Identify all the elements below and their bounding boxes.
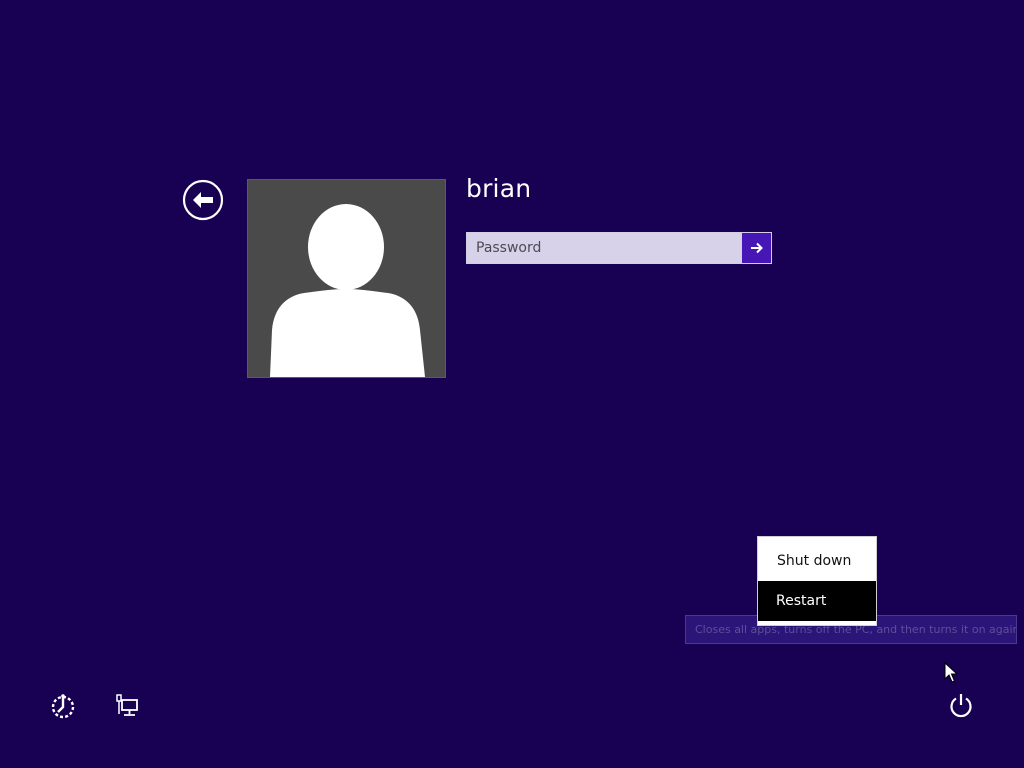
power-menu: Shut down Restart <box>757 536 877 626</box>
user-avatar <box>247 179 446 378</box>
mouse-cursor-icon <box>944 661 959 683</box>
password-input[interactable] <box>467 233 741 263</box>
arrow-right-icon <box>750 242 763 254</box>
back-arrow-icon <box>182 179 224 221</box>
mouse-cursor <box>944 661 959 689</box>
password-field-group <box>466 232 772 264</box>
user-silhouette-icon <box>270 204 425 377</box>
power-icon <box>950 694 972 718</box>
lock-screen: brian Closes all apps, turns off the PC,… <box>0 0 1024 768</box>
network-button[interactable] <box>115 694 139 723</box>
network-icon <box>116 694 138 716</box>
back-button[interactable] <box>182 179 224 221</box>
ease-of-access-icon <box>51 694 75 719</box>
restart-menu-item[interactable]: Restart <box>758 581 876 621</box>
power-button[interactable] <box>948 692 974 723</box>
shut-down-menu-item[interactable]: Shut down <box>758 541 876 581</box>
ease-of-access-button[interactable] <box>50 693 76 724</box>
username-label: brian <box>466 174 532 203</box>
submit-button[interactable] <box>741 233 771 263</box>
